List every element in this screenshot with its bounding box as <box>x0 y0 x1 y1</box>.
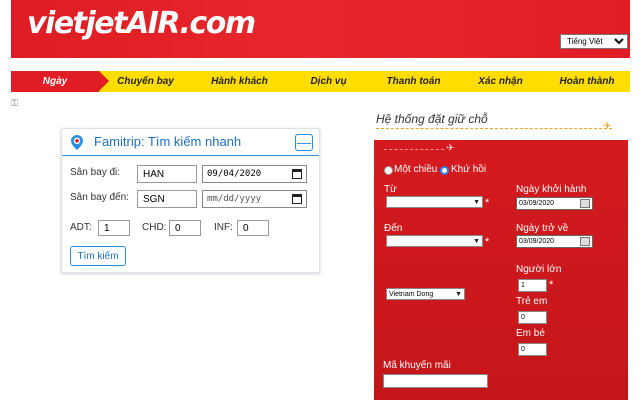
vietjet-logo[interactable]: vietjetAIR.com <box>27 7 256 41</box>
currency-select[interactable]: Vietnam Dong ▼ <box>386 288 465 300</box>
step-date[interactable]: Ngày <box>11 71 109 92</box>
dashed-divider <box>376 128 612 129</box>
calendar-icon[interactable] <box>580 237 590 246</box>
depart-date-value: 09/04/2020 <box>207 169 262 179</box>
roundtrip-label: Khứ hồi <box>451 164 487 175</box>
return-date-field[interactable]: 03/09/2020 <box>516 235 593 248</box>
promo-code-input[interactable] <box>383 374 488 388</box>
step-passengers[interactable]: Hành khách <box>192 71 287 92</box>
return-date-placeholder: mm/dd/yyyy <box>207 194 262 204</box>
booking-steps-nav: Ngày Chuyến bay Hành khách Dịch vụ Thanh… <box>11 71 630 92</box>
step-services[interactable]: Dịch vụ <box>287 71 370 92</box>
chevron-down-icon: ▼ <box>473 237 480 245</box>
booking-title: Hệ thống đặt giữ chỗ <box>376 112 488 126</box>
from-airport-label: Sân bay đi: <box>70 167 121 178</box>
adult-label: Người lớn <box>516 264 562 275</box>
search-button[interactable]: Tìm kiếm <box>70 246 126 266</box>
to-label: Đến <box>384 223 403 234</box>
adt-input[interactable] <box>98 220 130 236</box>
booking-form: ✈ Một chiều Khứ hồi Từ ▼ * Ngày khởi hàn… <box>374 140 628 400</box>
step-flight[interactable]: Chuyến bay <box>99 71 192 92</box>
adult-input[interactable]: 1 <box>518 279 547 292</box>
return-date-input[interactable]: mm/dd/yyyy <box>202 190 307 208</box>
site-header: vietjetAIR.com Tiếng Việt <box>11 0 630 58</box>
inf-label: INF: <box>214 222 233 233</box>
to-airport-label: Sân bay đến: <box>70 192 129 203</box>
depart-date-field[interactable]: 03/09/2020 <box>516 197 593 210</box>
booking-decor-strip: ✈ <box>374 140 628 160</box>
inf-input[interactable] <box>237 220 269 236</box>
currency-value: Vietnam Dong <box>389 290 434 298</box>
dashed-line <box>384 149 444 150</box>
step-payment[interactable]: Thanh toán <box>370 71 457 92</box>
calendar-icon[interactable] <box>292 169 302 179</box>
oneway-radio[interactable] <box>384 166 393 175</box>
infant-input[interactable]: 0 <box>518 343 547 356</box>
required-mark: * <box>485 197 490 209</box>
calendar-icon[interactable] <box>580 199 590 208</box>
to-select[interactable]: ▼ <box>386 235 483 247</box>
step-confirm[interactable]: Xác nhận <box>457 71 544 92</box>
to-airport-input[interactable] <box>137 190 197 208</box>
depart-date-value: 03/09/2020 <box>519 200 555 207</box>
oneway-label: Một chiều <box>394 164 438 175</box>
page: vietjetAIR.com Tiếng Việt Ngày Chuyến ba… <box>0 0 640 400</box>
child-input[interactable]: 0 <box>518 311 547 324</box>
from-airport-input[interactable] <box>137 165 197 183</box>
language-select[interactable]: Tiếng Việt <box>560 34 628 49</box>
step-complete[interactable]: Hoàn thành <box>544 71 630 92</box>
adt-label: ADT: <box>70 222 92 233</box>
required-mark: * <box>549 279 554 291</box>
famitrip-title: Famitrip: Tìm kiếm nhanh <box>94 134 242 149</box>
depart-date-input[interactable]: 09/04/2020 <box>202 165 307 183</box>
plane-icon: ✈ <box>446 143 455 154</box>
promo-label: Mã khuyến mãi <box>383 360 451 371</box>
chevron-down-icon: ▼ <box>455 290 462 298</box>
from-select[interactable]: ▼ <box>386 196 483 208</box>
chd-input[interactable] <box>169 220 201 236</box>
return-date-label: Ngày trở về <box>516 223 569 234</box>
plane-icon: ✈ <box>603 121 612 132</box>
return-date-value: 03/09/2020 <box>519 238 555 245</box>
roundtrip-radio[interactable] <box>440 166 449 175</box>
child-label: Trẻ em <box>516 296 548 307</box>
minimize-button[interactable]: — <box>295 134 313 151</box>
calendar-icon[interactable] <box>292 194 302 204</box>
famitrip-quick-search: Famitrip: Tìm kiếm nhanh — Sân bay đi: 0… <box>61 128 320 273</box>
famitrip-pin-icon <box>71 135 83 150</box>
chevron-down-icon: ▼ <box>473 198 480 206</box>
from-label: Từ <box>384 184 397 195</box>
infant-label: Em bé <box>516 328 545 339</box>
required-mark: * <box>485 236 490 248</box>
famitrip-header: Famitrip: Tìm kiếm nhanh — <box>62 129 319 156</box>
depart-date-label: Ngày khởi hành <box>516 184 587 195</box>
chd-label: CHD: <box>142 222 167 233</box>
key-icon[interactable]: ⚿ <box>11 98 18 108</box>
